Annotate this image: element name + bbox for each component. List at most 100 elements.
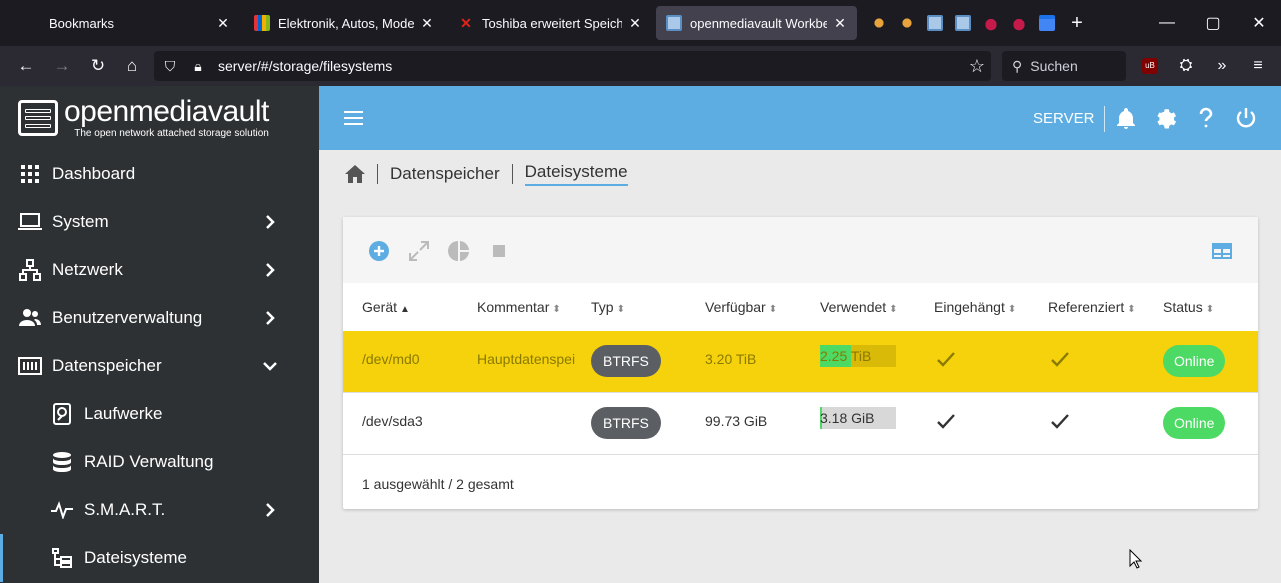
close-icon[interactable]: ✕ bbox=[628, 15, 642, 32]
bell-icon[interactable] bbox=[1114, 106, 1138, 130]
type-badge: BTRFS bbox=[591, 345, 661, 377]
forward-arrow-icon[interactable]: → bbox=[46, 50, 78, 82]
column-header-status[interactable]: Status ⬍ bbox=[1163, 299, 1214, 315]
sidebar-item-dashboard[interactable]: Dashboard bbox=[0, 150, 319, 198]
bookmark-star-icon[interactable]: ☆ bbox=[969, 56, 985, 77]
ublock-icon[interactable]: uB bbox=[1134, 50, 1166, 82]
search-icon: ⚲ bbox=[1012, 57, 1023, 74]
pinned-tab-icon[interactable] bbox=[955, 15, 971, 31]
sidebar-item-filesystems[interactable]: Dateisysteme bbox=[0, 534, 319, 582]
extensions-icon[interactable]: ⛭ bbox=[1170, 50, 1202, 82]
column-header-comment[interactable]: Kommentar ⬍ bbox=[477, 299, 561, 315]
breadcrumb-item-filesystems[interactable]: Dateisysteme bbox=[524, 162, 628, 186]
search-placeholder: Suchen bbox=[1030, 58, 1078, 74]
url-text[interactable]: server/#/storage/filesystems bbox=[218, 58, 392, 74]
sidebar-item-storage[interactable]: Datenspeicher bbox=[0, 342, 319, 390]
breadcrumb-item-storage[interactable]: Datenspeicher bbox=[390, 164, 500, 184]
browser-tab-omv[interactable]: openmediavault Workbench ✕ bbox=[656, 6, 857, 40]
browser-tab-ebay[interactable]: Elektronik, Autos, Mode, Sam ✕ bbox=[244, 6, 444, 40]
column-label: Verfügbar bbox=[705, 299, 766, 315]
status-badge: Online bbox=[1163, 345, 1226, 377]
pulse-icon bbox=[50, 498, 74, 522]
sidebar-item-raid[interactable]: RAID Verwaltung bbox=[0, 438, 319, 486]
home-icon[interactable]: ⌂ bbox=[116, 50, 148, 82]
column-label: Referenziert bbox=[1048, 299, 1125, 315]
chevron-right-icon bbox=[266, 215, 275, 229]
browser-tab-bookmarks[interactable]: Bookmarks ✕ bbox=[4, 6, 240, 40]
column-header-type[interactable]: Typ ⬍ bbox=[591, 299, 625, 315]
usage-bar: 2.25 TiB bbox=[820, 345, 896, 367]
network-icon bbox=[18, 258, 42, 282]
url-bar[interactable]: ⛉ 🔒︎ server/#/storage/filesystems ☆ bbox=[154, 51, 991, 81]
ebay-favicon-icon bbox=[254, 15, 270, 31]
new-tab-icon[interactable]: + bbox=[1067, 13, 1087, 33]
table-row[interactable]: /dev/sda3 BTRFS 99.73 GiB 3.18 GiB Onlin… bbox=[343, 393, 1258, 455]
column-label: Gerät bbox=[362, 299, 398, 315]
raspberry-icon[interactable] bbox=[1011, 15, 1027, 31]
column-label: Eingehängt bbox=[934, 299, 1005, 315]
sort-icon: ⬍ bbox=[552, 304, 561, 315]
cell-used: 2.25 TiB bbox=[820, 348, 872, 364]
close-icon[interactable]: ✕ bbox=[833, 15, 847, 32]
check-icon bbox=[937, 414, 955, 429]
close-icon[interactable]: ✕ bbox=[216, 15, 230, 32]
main-content: Datenspeicher Dateisysteme Gerät ▲ Kommen… bbox=[319, 150, 1281, 583]
table-row[interactable]: /dev/md0 Hauptdatenspeicher BTRFS 3.20 T… bbox=[343, 331, 1258, 393]
sidebar-item-users[interactable]: Benutzerverwaltung bbox=[0, 294, 319, 342]
column-header-mounted[interactable]: Eingehängt ⬍ bbox=[934, 299, 1016, 315]
selection-summary: 1 ausgewählt / 2 gesamt bbox=[362, 476, 514, 492]
filesystems-card: Gerät ▲ Kommentar ⬍ Typ ⬍ Verfügbar ⬍ Verwen… bbox=[343, 217, 1258, 509]
hamburger-menu-icon[interactable] bbox=[343, 106, 365, 130]
sidebar-item-label: Dateisysteme bbox=[84, 548, 187, 567]
browser-tab-toshiba[interactable]: ✕ Toshiba erweitert Speicher de ✕ bbox=[448, 6, 652, 40]
divider bbox=[1104, 106, 1105, 132]
minimize-icon[interactable]: — bbox=[1144, 0, 1190, 46]
add-circle-icon[interactable] bbox=[367, 239, 391, 263]
raspberry-icon[interactable] bbox=[983, 15, 999, 31]
maximize-icon[interactable]: ▢ bbox=[1190, 0, 1236, 46]
column-header-referenced[interactable]: Referenziert ⬍ bbox=[1048, 299, 1136, 315]
stop-icon[interactable] bbox=[487, 239, 511, 263]
sidebar-item-network[interactable]: Netzwerk bbox=[0, 246, 319, 294]
sidebar-item-label: Netzwerk bbox=[52, 260, 123, 279]
close-icon[interactable]: ✕ bbox=[420, 15, 434, 32]
table-columns-icon[interactable] bbox=[1210, 239, 1234, 263]
power-icon[interactable] bbox=[1234, 106, 1258, 130]
back-arrow-icon[interactable]: ← bbox=[10, 50, 42, 82]
column-header-device[interactable]: Gerät ▲ bbox=[362, 299, 410, 315]
browser-menu-icon[interactable]: ≡ bbox=[1242, 50, 1274, 82]
expand-icon[interactable] bbox=[407, 239, 431, 263]
app-top-bar: SERVER bbox=[319, 86, 1281, 150]
breadcrumb-separator bbox=[377, 164, 378, 184]
table-toolbar bbox=[343, 217, 1258, 283]
search-bar[interactable]: ⚲ Suchen bbox=[1002, 51, 1126, 81]
app-logo[interactable]: openmediavault The open network attached… bbox=[0, 86, 319, 150]
browser-tab-strip: Bookmarks ✕ Elektronik, Autos, Mode, Sam… bbox=[0, 0, 1281, 46]
pinned-tab-icon[interactable] bbox=[927, 15, 943, 31]
sidebar-item-smart[interactable]: S.M.A.R.T. bbox=[0, 486, 319, 534]
logo-subtitle: The open network attached storage soluti… bbox=[74, 128, 269, 139]
gear-icon[interactable] bbox=[1154, 106, 1178, 130]
pie-chart-icon[interactable] bbox=[447, 239, 471, 263]
window-close-icon[interactable]: ✕ bbox=[1236, 0, 1281, 46]
reload-icon[interactable]: ↻ bbox=[82, 50, 114, 82]
sidebar-item-system[interactable]: System bbox=[0, 198, 319, 246]
pinned-tab-icon[interactable] bbox=[899, 15, 915, 31]
cell-device: /dev/md0 bbox=[362, 351, 420, 367]
column-header-used[interactable]: Verwendet ⬍ bbox=[820, 299, 898, 315]
lock-icon[interactable]: 🔒︎ bbox=[186, 58, 210, 75]
table-header: Gerät ▲ Kommentar ⬍ Typ ⬍ Verfügbar ⬍ Verwen… bbox=[343, 283, 1258, 331]
home-icon[interactable] bbox=[345, 165, 365, 183]
help-icon[interactable] bbox=[1194, 106, 1218, 130]
mouse-cursor-icon bbox=[1129, 549, 1143, 569]
shield-icon[interactable]: ⛉ bbox=[158, 58, 182, 75]
pinned-tab-icon[interactable] bbox=[871, 15, 887, 31]
sidebar-item-drives[interactable]: Laufwerke bbox=[0, 390, 319, 438]
column-header-available[interactable]: Verfügbar ⬍ bbox=[705, 299, 777, 315]
calendar-icon[interactable] bbox=[1039, 15, 1055, 31]
check-icon bbox=[1051, 414, 1069, 429]
cell-device: /dev/sda3 bbox=[362, 413, 423, 429]
cell-comment: Hauptdatenspeicher bbox=[477, 351, 575, 367]
column-label: Status bbox=[1163, 299, 1203, 315]
overflow-chevron-icon[interactable]: » bbox=[1206, 50, 1238, 82]
